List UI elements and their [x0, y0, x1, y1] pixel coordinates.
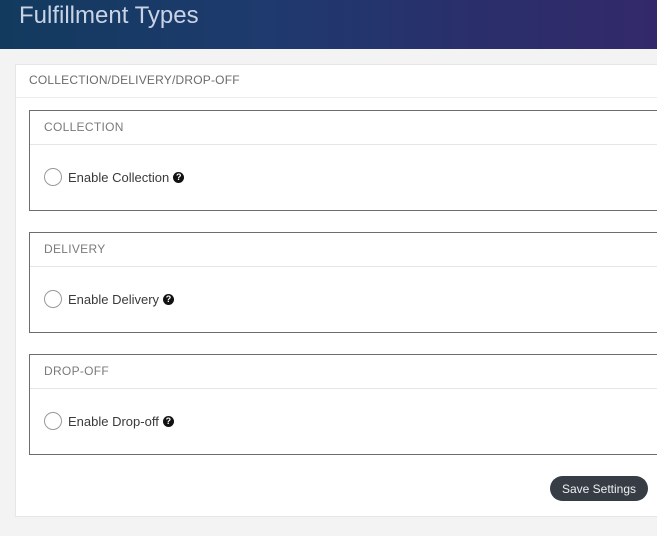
enable-delivery-label[interactable]: Enable Delivery	[68, 292, 159, 307]
fulfillment-settings-card: COLLECTION/DELIVERY/DROP-OFF COLLECTION …	[15, 64, 657, 517]
save-settings-button[interactable]: Save Settings	[550, 476, 648, 501]
page-title: Fulfillment Types	[19, 2, 199, 29]
question-circle-icon[interactable]: ?	[162, 415, 174, 427]
page-header: Fulfillment Types	[0, 0, 657, 49]
question-circle-icon[interactable]: ?	[163, 293, 175, 305]
card-title: COLLECTION/DELIVERY/DROP-OFF	[16, 65, 657, 98]
enable-collection-option[interactable]: Enable Collection ?	[44, 167, 185, 187]
collection-section-title: COLLECTION	[30, 111, 657, 145]
collection-section: COLLECTION Enable Collection ?	[29, 110, 657, 211]
delivery-section-title: DELIVERY	[30, 233, 657, 267]
enable-collection-label[interactable]: Enable Collection	[68, 170, 169, 185]
drop-off-section: DROP-OFF Enable Drop-off ?	[29, 354, 657, 455]
enable-delivery-radio[interactable]	[44, 290, 62, 308]
enable-delivery-option[interactable]: Enable Delivery ?	[44, 289, 175, 309]
enable-drop-off-label[interactable]: Enable Drop-off	[68, 414, 159, 429]
drop-off-section-title: DROP-OFF	[30, 355, 657, 389]
delivery-section: DELIVERY Enable Delivery ?	[29, 232, 657, 333]
question-circle-icon[interactable]: ?	[173, 171, 185, 183]
enable-collection-radio[interactable]	[44, 168, 62, 186]
enable-drop-off-radio[interactable]	[44, 412, 62, 430]
enable-drop-off-option[interactable]: Enable Drop-off ?	[44, 411, 174, 431]
